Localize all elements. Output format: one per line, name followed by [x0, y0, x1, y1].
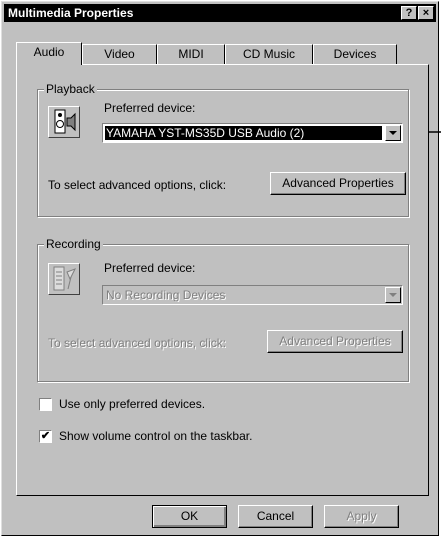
close-button[interactable]: ×	[418, 6, 434, 20]
tab-devices[interactable]: Devices	[313, 44, 397, 64]
recording-device-select[interactable]: No Recording Devices	[102, 285, 403, 305]
cancel-button[interactable]: Cancel	[238, 505, 313, 528]
window-title: Multimedia Properties	[8, 6, 134, 20]
audio-tab-panel: Playback Preferred device: YAMAHA YST-MS…	[16, 64, 429, 496]
recording-preferred-device-label: Preferred device:	[104, 261, 196, 275]
playback-preferred-device-label: Preferred device:	[104, 101, 196, 115]
tab-audio[interactable]: Audio	[16, 42, 82, 65]
show-volume-label[interactable]: Show volume control on the taskbar.	[59, 429, 252, 443]
playback-advanced-properties-button[interactable]: Advanced Properties	[270, 172, 406, 195]
use-only-preferred-label[interactable]: Use only preferred devices.	[59, 397, 205, 411]
recording-dropdown-button[interactable]	[385, 287, 401, 303]
microphone-icon	[48, 263, 80, 295]
ok-button[interactable]: OK	[152, 505, 227, 528]
speaker-icon	[48, 106, 80, 138]
multimedia-properties-dialog: Multimedia Properties ? × Audio Video MI…	[1, 1, 439, 536]
recording-advanced-text: To select advanced options, click:	[48, 336, 227, 350]
tab-cd-music[interactable]: CD Music	[225, 44, 313, 64]
use-only-preferred-checkbox[interactable]	[39, 398, 52, 411]
recording-device-value: No Recording Devices	[106, 288, 226, 302]
show-volume-checkbox[interactable]: ✔	[39, 430, 52, 443]
playback-advanced-text: To select advanced options, click:	[48, 178, 227, 192]
apply-button[interactable]: Apply	[324, 505, 399, 528]
chevron-down-icon	[389, 131, 397, 135]
help-button[interactable]: ?	[401, 6, 417, 20]
recording-advanced-properties-button[interactable]: Advanced Properties	[267, 330, 403, 353]
title-bar[interactable]: Multimedia Properties ? ×	[4, 4, 436, 22]
playback-device-select[interactable]: YAMAHA YST-MS35D USB Audio (2)	[102, 123, 403, 143]
playback-group: Playback Preferred device: YAMAHA YST-MS…	[37, 82, 409, 217]
recording-group: Recording Preferred device: No Recording…	[37, 237, 409, 382]
chevron-down-icon	[389, 293, 397, 297]
tab-video[interactable]: Video	[82, 44, 157, 64]
playback-dropdown-button[interactable]	[385, 125, 401, 141]
playback-device-value: YAMAHA YST-MS35D USB Audio (2)	[105, 126, 382, 140]
playback-group-label: Playback	[44, 82, 97, 96]
recording-group-label: Recording	[44, 237, 103, 251]
tab-midi[interactable]: MIDI	[157, 44, 225, 64]
